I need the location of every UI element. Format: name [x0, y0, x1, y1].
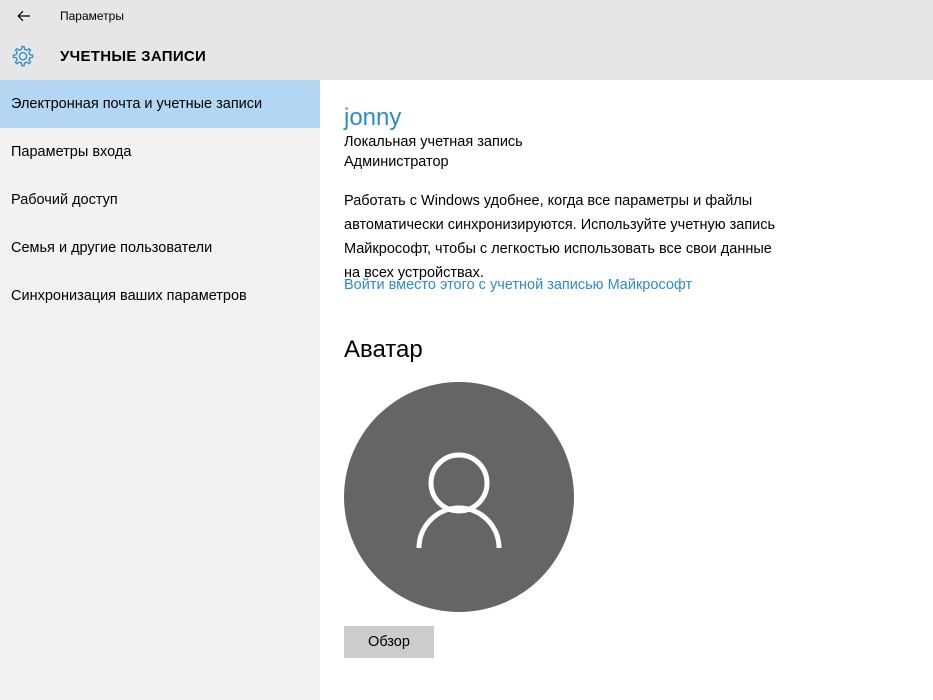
sidebar: Электронная почта и учетные записи Парам…	[0, 80, 320, 700]
sync-description-line: Работать с Windows удобнее, когда все па…	[344, 193, 753, 209]
sidebar-item-family-users[interactable]: Семья и другие пользователи	[0, 224, 320, 272]
app-title: Параметры	[60, 9, 124, 23]
account-role: Администратор	[344, 154, 449, 170]
sidebar-item-email-accounts[interactable]: Электронная почта и учетные записи	[0, 80, 320, 128]
arrow-left-icon	[17, 10, 30, 22]
sidebar-item-sign-in-options[interactable]: Параметры входа	[0, 128, 320, 176]
back-button[interactable]	[10, 4, 38, 28]
user-silhouette-icon	[416, 452, 502, 549]
browse-button[interactable]: Обзор	[344, 626, 434, 658]
user-name: jonny	[344, 104, 402, 131]
title-bar: Параметры	[0, 0, 933, 32]
gear-icon	[12, 45, 34, 67]
page-header: УЧЕТНЫЕ ЗАПИСИ	[0, 32, 933, 80]
page-title: УЧЕТНЫЕ ЗАПИСИ	[60, 48, 207, 65]
sync-description-line: Майкрософт, чтобы с легкостью использова…	[344, 241, 772, 257]
sidebar-item-work-access[interactable]: Рабочий доступ	[0, 176, 320, 224]
avatar-heading: Аватар	[344, 336, 423, 363]
microsoft-account-signin-link[interactable]: Войти вместо этого с учетной записью Май…	[344, 277, 692, 293]
sidebar-item-sync-settings[interactable]: Синхронизация ваших параметров	[0, 272, 320, 320]
sync-description: Работать с Windows удобнее, когда все па…	[344, 189, 814, 285]
avatar	[344, 382, 574, 612]
account-type: Локальная учетная запись	[344, 134, 523, 150]
sync-description-line: автоматически синхронизируются. Использу…	[344, 217, 776, 233]
